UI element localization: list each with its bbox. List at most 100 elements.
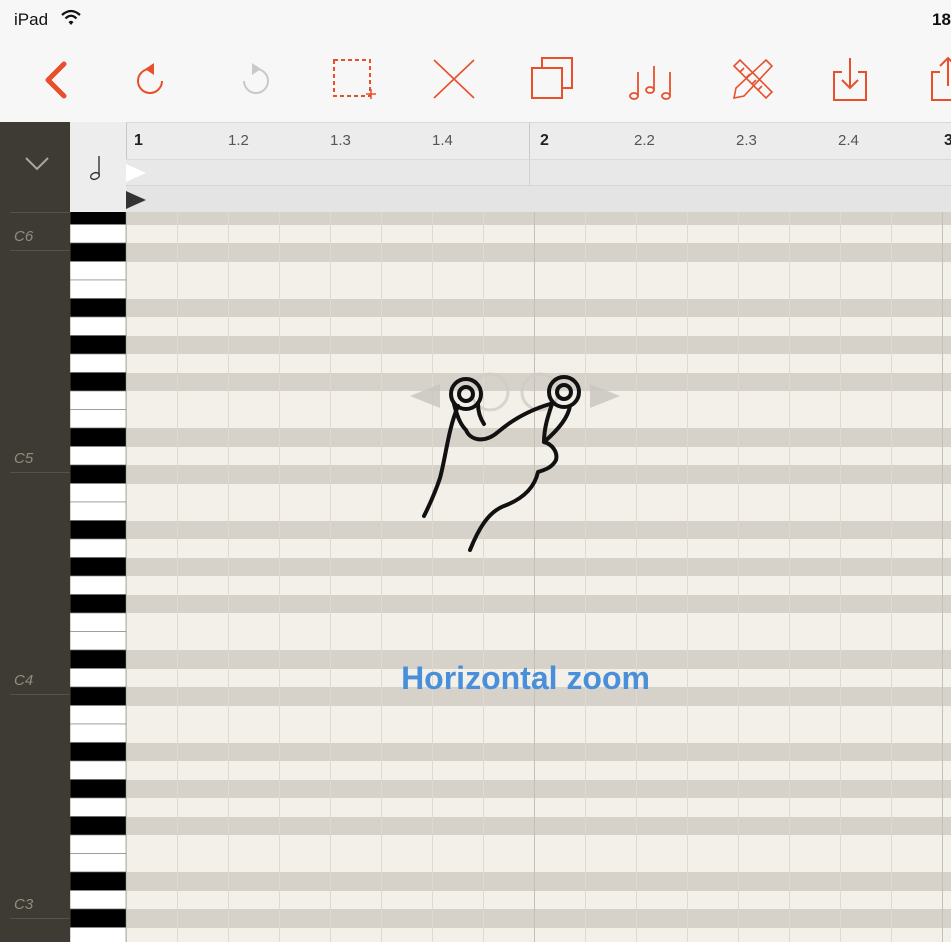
white-key[interactable] (70, 390, 126, 410)
duplicate-button[interactable] (528, 52, 580, 108)
octave-label-c6: C6 (14, 228, 34, 245)
black-key[interactable] (70, 742, 126, 762)
share-icon (931, 56, 951, 101)
black-key[interactable] (70, 212, 126, 225)
grid-row[interactable] (126, 779, 951, 798)
collapse-button[interactable] (22, 152, 52, 176)
import-button[interactable] (824, 52, 876, 108)
grid-row[interactable] (126, 557, 951, 576)
black-key[interactable] (70, 242, 126, 262)
beat-line (483, 212, 484, 942)
status-bar: iPad 18 (0, 0, 951, 40)
black-key[interactable] (70, 298, 126, 318)
grid-row[interactable] (126, 335, 951, 354)
white-key[interactable] (70, 279, 126, 299)
redo-button[interactable] (228, 52, 280, 108)
edit-tools-button[interactable] (726, 52, 778, 108)
black-key[interactable] (70, 520, 126, 540)
grid-row[interactable] (126, 631, 951, 650)
redo-icon (243, 63, 269, 94)
black-key[interactable] (70, 779, 126, 799)
wifi-icon (60, 8, 82, 33)
select-area-icon (333, 59, 376, 99)
white-key[interactable] (70, 612, 126, 632)
undo-button[interactable] (126, 52, 178, 108)
black-key[interactable] (70, 557, 126, 577)
ruler-label: 2.2 (634, 132, 655, 149)
carrier-label: iPad (14, 10, 49, 29)
grid-row[interactable] (126, 724, 951, 743)
note-grid[interactable] (126, 212, 951, 942)
white-key[interactable] (70, 631, 126, 651)
import-icon (833, 58, 867, 101)
white-key[interactable] (70, 705, 126, 725)
grid-row[interactable] (126, 298, 951, 317)
grid-row[interactable] (126, 927, 951, 942)
grid-row[interactable] (126, 594, 951, 613)
black-key[interactable] (70, 427, 126, 447)
black-key[interactable] (70, 908, 126, 928)
white-key[interactable] (70, 353, 126, 373)
beat-line (840, 212, 841, 942)
grid-row[interactable] (126, 243, 951, 262)
white-key[interactable] (70, 261, 126, 281)
black-key[interactable] (70, 372, 126, 392)
delete-button[interactable] (428, 52, 480, 108)
white-key[interactable] (70, 224, 126, 244)
white-key[interactable] (70, 890, 126, 910)
grid-row[interactable] (126, 212, 951, 225)
grid-row[interactable] (126, 280, 951, 299)
white-key[interactable] (70, 538, 126, 558)
grid-row[interactable] (126, 798, 951, 817)
grid-row[interactable] (126, 742, 951, 761)
grid-row[interactable] (126, 705, 951, 724)
black-key[interactable] (70, 871, 126, 891)
grid-row[interactable] (126, 909, 951, 928)
share-button[interactable] (922, 52, 951, 108)
playhead-lane[interactable] (126, 185, 951, 213)
white-key[interactable] (70, 483, 126, 503)
white-key[interactable] (70, 575, 126, 595)
white-key[interactable] (70, 409, 126, 429)
grid-row[interactable] (126, 890, 951, 909)
white-key[interactable] (70, 501, 126, 521)
grid-row[interactable] (126, 224, 951, 243)
white-key[interactable] (70, 446, 126, 466)
white-key[interactable] (70, 927, 126, 942)
loop-lane[interactable] (126, 159, 951, 186)
grid-row[interactable] (126, 853, 951, 872)
white-key[interactable] (70, 797, 126, 817)
quantize-button[interactable] (626, 52, 678, 108)
select-area-button[interactable] (326, 52, 378, 108)
beat-line (942, 212, 943, 942)
ruler-label: 2.3 (736, 132, 757, 149)
grid-row[interactable] (126, 872, 951, 891)
piano-keyboard[interactable] (70, 212, 126, 942)
back-button[interactable] (32, 52, 84, 108)
grid-row[interactable] (126, 261, 951, 280)
black-key[interactable] (70, 464, 126, 484)
note-length-button[interactable] (70, 122, 127, 212)
white-key[interactable] (70, 853, 126, 873)
ruler-label: 1.4 (432, 132, 453, 149)
grid-row[interactable] (126, 613, 951, 632)
grid-row[interactable] (126, 576, 951, 595)
timeline-ruler[interactable]: 1 1.2 1.3 1.4 2 2.2 2.3 2.4 3 (126, 122, 951, 160)
playhead-marker[interactable] (126, 191, 148, 209)
black-key[interactable] (70, 594, 126, 614)
white-key[interactable] (70, 316, 126, 336)
beat-line (891, 212, 892, 942)
grid-row[interactable] (126, 816, 951, 835)
white-key[interactable] (70, 760, 126, 780)
octave-label-c3: C3 (14, 896, 34, 913)
grid-row[interactable] (126, 317, 951, 336)
white-key[interactable] (70, 723, 126, 743)
black-key[interactable] (70, 816, 126, 836)
grid-row[interactable] (126, 835, 951, 854)
black-key[interactable] (70, 335, 126, 355)
grid-row[interactable] (126, 761, 951, 780)
white-key[interactable] (70, 834, 126, 854)
ruler-label: 1.2 (228, 132, 249, 149)
beat-line (738, 212, 739, 942)
loop-start-marker[interactable] (126, 164, 148, 182)
